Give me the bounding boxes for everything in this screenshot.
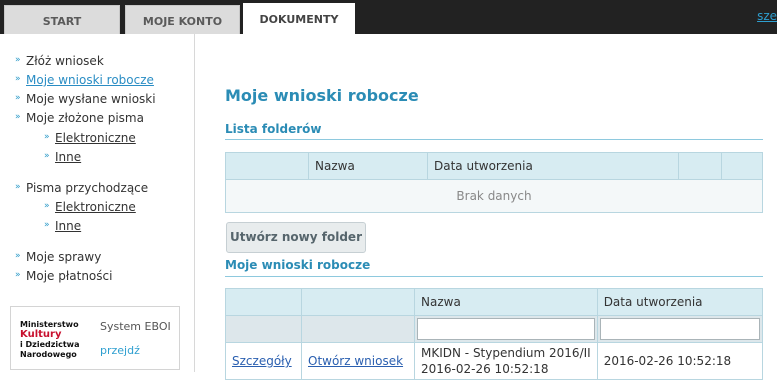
folders-table: Nazwa Data utworzenia Brak danych: [225, 152, 763, 213]
column-header-data-utworzenia[interactable]: Data utworzenia: [596, 288, 764, 316]
chevron-right-icon: »: [44, 201, 50, 211]
sidebar-item-moje-platnosci[interactable]: » Moje płatności: [15, 269, 113, 283]
table-header-row: Nazwa Data utworzenia: [225, 288, 764, 316]
section-divider: [225, 276, 763, 277]
tab-moje-konto[interactable]: MOJE KONTO: [125, 5, 240, 34]
table-cell: Otwórz wniosek: [301, 342, 415, 380]
sidebar-item-label: Elektroniczne: [55, 131, 136, 145]
sidebar-item-label: Złóż wniosek: [26, 54, 104, 68]
sidebar-item-label: Moje płatności: [26, 269, 113, 283]
sidebar: » Złóż wniosek » Moje wnioski robocze » …: [0, 34, 195, 372]
filter-cell: [414, 315, 598, 343]
eboi-link[interactable]: przejdź: [100, 344, 140, 357]
chevron-right-icon: »: [15, 182, 21, 192]
sidebar-item-label: Inne: [55, 150, 82, 164]
drafts-table: Nazwa Data utworzenia Szczegóły Otwórz w…: [225, 288, 764, 380]
eboi-promo-box: Ministerstwo Kultury i Dziedzictwa Narod…: [10, 306, 180, 370]
table-cell-date: 2016-02-26 10:52:18: [596, 342, 764, 380]
column-header: [225, 288, 302, 316]
logo-line: Narodowego: [20, 350, 77, 359]
column-header: [721, 152, 763, 180]
sidebar-item-label: Elektroniczne: [55, 200, 136, 214]
eboi-title: System EBOI: [100, 320, 171, 333]
sidebar-item-moje-sprawy[interactable]: » Moje sprawy: [15, 250, 102, 264]
table-cell-name: MKIDN - Stypendium 2016/II 2016-02-26 10…: [414, 342, 598, 380]
sidebar-item-label: Pisma przychodzące: [26, 181, 149, 195]
section-divider: [225, 139, 763, 140]
filter-cell: [596, 315, 764, 343]
ministry-logo: Ministerstwo Kultury i Dziedzictwa Narod…: [20, 320, 88, 360]
sidebar-subitem-inne[interactable]: » Inne: [44, 150, 82, 164]
sidebar-item-wyslane-wnioski[interactable]: » Moje wysłane wnioski: [15, 92, 156, 106]
main-content: Moje wnioski robocze Lista folderów Nazw…: [195, 34, 777, 380]
sidebar-item-label: Moje sprawy: [26, 250, 102, 264]
application-name: MKIDN - Stypendium 2016/II: [421, 346, 591, 360]
chevron-right-icon: »: [44, 132, 50, 142]
open-application-link[interactable]: Otwórz wniosek: [308, 354, 403, 368]
chevron-right-icon: »: [44, 220, 50, 230]
table-cell: Szczegóły: [225, 342, 302, 380]
column-header: [225, 152, 309, 180]
sidebar-item-wnioski-robocze[interactable]: » Moje wnioski robocze: [15, 73, 154, 87]
sidebar-subitem-elektroniczne-przychodzace[interactable]: » Elektroniczne: [44, 200, 136, 214]
sidebar-item-zloz-wniosek[interactable]: » Złóż wniosek: [15, 54, 104, 68]
sidebar-subitem-inne-przychodzace[interactable]: » Inne: [44, 219, 82, 233]
filter-cell: [225, 315, 302, 343]
filter-row: [225, 315, 764, 343]
sidebar-item-label: Moje wysłane wnioski: [26, 92, 156, 106]
page-title: Moje wnioski robocze: [225, 86, 419, 105]
column-header-nazwa[interactable]: Nazwa: [414, 288, 598, 316]
empty-state: Brak danych: [225, 179, 763, 213]
chevron-right-icon: »: [44, 151, 50, 161]
sidebar-subitem-elektroniczne[interactable]: » Elektroniczne: [44, 131, 136, 145]
top-navigation-bar: START MOJE KONTO DOKUMENTY sze: [0, 0, 777, 34]
table-row: Brak danych: [225, 179, 763, 213]
column-header-data-utworzenia[interactable]: Data utworzenia: [427, 152, 679, 180]
sidebar-item-label: Moje wnioski robocze: [26, 73, 154, 87]
name-filter-input[interactable]: [417, 318, 595, 340]
chevron-right-icon: »: [15, 270, 21, 280]
column-header-nazwa[interactable]: Nazwa: [308, 152, 428, 180]
table-row: Szczegóły Otwórz wniosek MKIDN - Stypend…: [225, 342, 764, 380]
logo-line: Kultury: [20, 329, 62, 340]
chevron-right-icon: »: [15, 74, 21, 84]
drafts-section-title: Moje wnioski robocze: [225, 258, 371, 272]
chevron-right-icon: »: [15, 251, 21, 261]
chevron-right-icon: »: [15, 55, 21, 65]
tab-dokumenty[interactable]: DOKUMENTY: [243, 3, 355, 34]
date-filter-input[interactable]: [599, 318, 760, 340]
filter-cell: [301, 315, 415, 343]
sidebar-item-label: Moje złożone pisma: [26, 111, 144, 125]
application-name-date: 2016-02-26 10:52:18: [421, 362, 549, 376]
sidebar-item-pisma-przychodzace[interactable]: » Pisma przychodzące: [15, 181, 149, 195]
sidebar-item-zlozone-pisma[interactable]: » Moje złożone pisma: [15, 111, 144, 125]
tab-start[interactable]: START: [4, 5, 120, 34]
column-header: [301, 288, 415, 316]
details-link[interactable]: Szczegóły: [232, 354, 292, 368]
top-right-link[interactable]: sze: [757, 9, 777, 23]
sidebar-item-label: Inne: [55, 219, 82, 233]
folders-section-title: Lista folderów: [225, 122, 322, 136]
table-header-row: Nazwa Data utworzenia: [225, 152, 763, 180]
chevron-right-icon: »: [15, 112, 21, 122]
chevron-right-icon: »: [15, 93, 21, 103]
logo-line: i Dziedzictwa: [20, 340, 80, 349]
create-folder-button[interactable]: Utwórz nowy folder: [226, 222, 366, 253]
column-header: [678, 152, 722, 180]
